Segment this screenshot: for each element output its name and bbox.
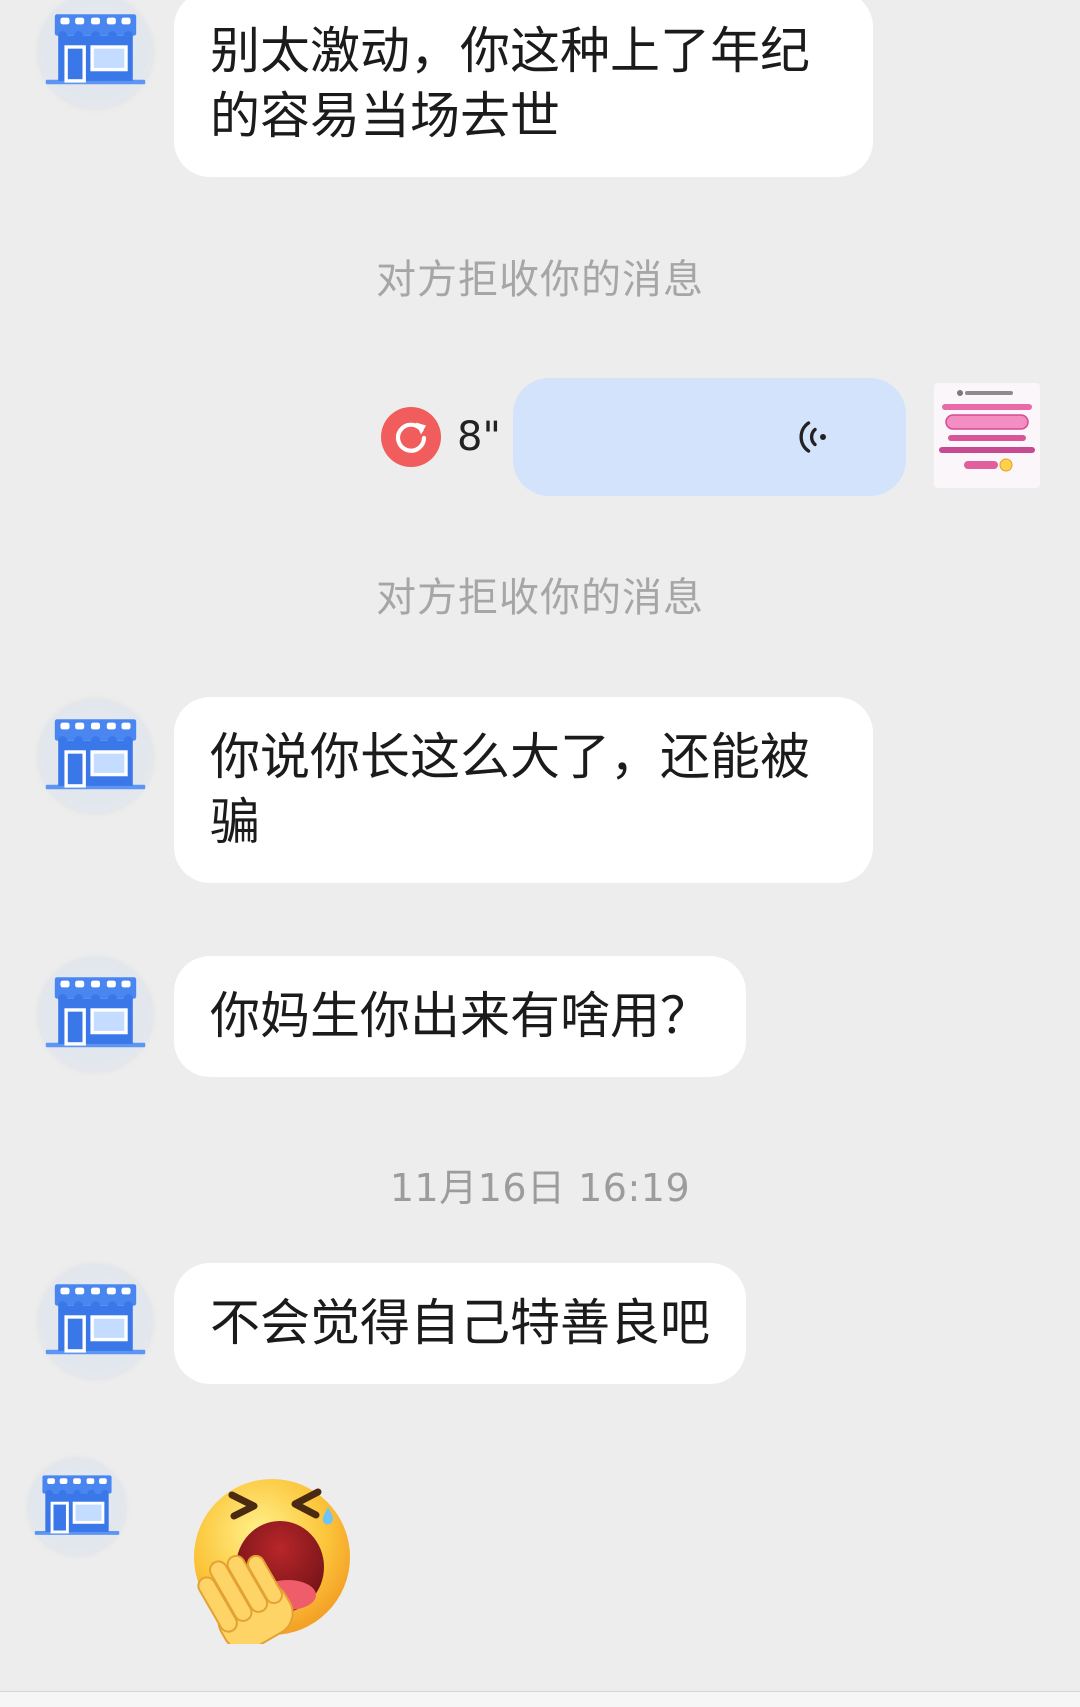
retry-icon	[381, 407, 441, 467]
resend-button[interactable]	[381, 407, 441, 467]
voice-duration: 8"	[457, 414, 501, 460]
contact-avatar[interactable]	[39, 958, 152, 1071]
shop-icon	[44, 1282, 147, 1356]
pink-text-avatar-image	[934, 383, 1040, 488]
shop-icon	[33, 1473, 121, 1537]
self-avatar[interactable]	[934, 383, 1040, 488]
yawning-face-emoji	[194, 1479, 350, 1644]
shop-icon	[44, 12, 147, 86]
contact-avatar[interactable]	[39, 0, 152, 108]
incoming-message-bubble[interactable]: 不会觉得自己特善良吧	[174, 1263, 746, 1384]
system-notice-rejected: 对方拒收你的消息	[376, 575, 704, 621]
contact-avatar[interactable]	[39, 1265, 152, 1378]
voice-wave-icon	[799, 421, 826, 453]
incoming-message-bubble[interactable]: 你妈生你出来有啥用？	[174, 956, 746, 1077]
shop-icon	[44, 717, 147, 791]
message-text: 不会觉得自己特善良吧	[210, 1294, 710, 1352]
message-text: 你说你长这么大了，还能被骗	[210, 728, 810, 851]
input-bar-edge	[0, 1691, 1080, 1707]
outgoing-voice-bubble[interactable]	[513, 378, 906, 496]
contact-avatar[interactable]	[39, 700, 152, 813]
system-notice-rejected: 对方拒收你的消息	[376, 257, 704, 303]
sticker-message[interactable]	[190, 1477, 354, 1644]
message-text: 别太激动，你这种上了年纪的容易当场去世	[210, 22, 810, 145]
message-text: 你妈生你出来有啥用？	[210, 987, 710, 1045]
contact-avatar[interactable]	[29, 1459, 125, 1555]
shop-icon	[44, 975, 147, 1049]
incoming-message-bubble[interactable]: 别太激动，你这种上了年纪的容易当场去世	[174, 0, 873, 177]
incoming-message-bubble[interactable]: 你说你长这么大了，还能被骗	[174, 697, 873, 883]
timestamp: 11月16日 16:19	[389, 1166, 691, 1210]
